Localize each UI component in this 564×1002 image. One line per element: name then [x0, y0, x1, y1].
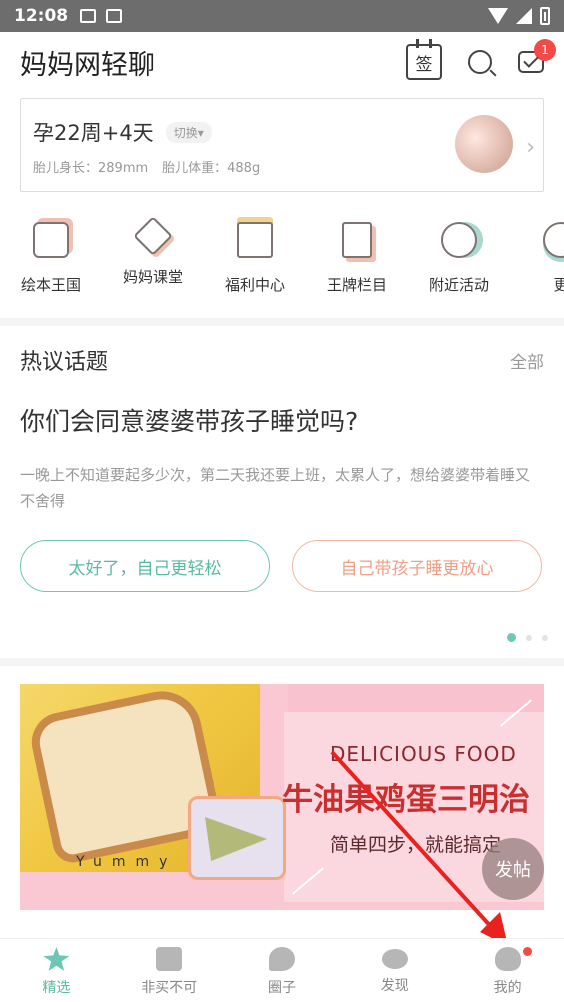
sandwich-triangle: [205, 817, 267, 861]
pregnancy-card[interactable]: 孕22周+4天 切换▾ 胎儿身长：289mm 胎儿体重：488g ›: [20, 98, 544, 192]
wifi-icon: [488, 8, 508, 24]
tab-featured[interactable]: 精选: [0, 939, 113, 1002]
document-icon: [342, 222, 372, 258]
status-bar: 12:08: [0, 0, 564, 32]
app-notification-icon: [106, 9, 123, 23]
signal-icon: [516, 8, 532, 24]
more-icon: [543, 222, 564, 258]
sandwich-inset-image: [188, 796, 286, 880]
photo-caption: Yummy: [76, 854, 178, 870]
tab-circle[interactable]: 圈子: [226, 939, 339, 1002]
quick-nav: 绘本王国 妈妈课堂 福利中心 王牌栏目 附近活动 更: [0, 210, 564, 310]
photo-notification-icon: [80, 9, 97, 23]
carousel-dot: [526, 634, 532, 641]
section-title: 热议话题: [20, 350, 109, 375]
user-icon: [494, 947, 521, 971]
tab-label: 我的: [493, 980, 522, 996]
pregnancy-belly-image: [455, 115, 513, 173]
shopping-bag-icon: [156, 947, 183, 971]
nav-label: 福利中心: [224, 276, 285, 294]
carousel-dot: [542, 634, 548, 641]
chevron-right-icon: ›: [526, 135, 535, 160]
topic-question[interactable]: 你们会同意婆婆带孩子睡觉吗?: [20, 402, 544, 438]
food-banner[interactable]: Yummy DELICIOUS FOOD 牛油果鸡蛋三明治 简单四步，就能搞定: [20, 684, 544, 910]
nav-more[interactable]: 更: [510, 210, 564, 310]
nav-welfare-center[interactable]: 福利中心: [204, 210, 306, 310]
picture-book-icon: [33, 222, 69, 258]
nav-label: 王牌栏目: [326, 276, 387, 294]
nav-label: 更: [553, 276, 564, 294]
app-header: 妈妈网轻聊 签 1: [0, 32, 564, 92]
nav-mom-classroom[interactable]: 妈妈课堂: [102, 210, 204, 310]
tab-must-buy[interactable]: 非买不可: [113, 939, 226, 1002]
view-all-link[interactable]: 全部: [510, 348, 544, 373]
section-divider: [0, 658, 564, 666]
hot-topics-section: 热议话题 全部 你们会同意婆婆带孩子睡觉吗? 一晚上不知道要起多少次，第二天我还…: [0, 326, 564, 658]
carousel-dot-active: [507, 633, 516, 642]
nav-label: 妈妈课堂: [122, 268, 183, 286]
gift-icon: [237, 222, 273, 258]
message-icon[interactable]: 1: [518, 39, 556, 73]
fetal-weight: 胎儿体重：488g: [162, 161, 261, 176]
banner-subtitle: 简单四步，就能搞定: [330, 834, 502, 856]
tab-label: 发现: [380, 978, 409, 994]
banner-title: 牛油果鸡蛋三明治: [282, 782, 530, 818]
classroom-icon: [133, 216, 173, 256]
vote-option-b-button[interactable]: 自己带孩子睡更放心: [292, 540, 542, 592]
topic-description: 一晚上不知道要起多少次，第二天我还要上班，太累人了，想给婆婆带着睡又不舍得: [20, 466, 531, 510]
tab-label: 圈子: [267, 980, 296, 996]
tab-label: 非买不可: [141, 980, 198, 996]
vote-option-a-button[interactable]: 太好了，自己更轻松: [20, 540, 270, 592]
balloon-icon: [441, 222, 477, 258]
message-badge: 1: [534, 39, 556, 61]
fetal-length: 胎儿身长：289mm: [33, 161, 149, 176]
tab-label: 精选: [42, 980, 71, 996]
battery-icon: [540, 7, 550, 25]
notification-dot: [523, 947, 533, 956]
eye-icon: [381, 949, 408, 969]
nav-picture-book[interactable]: 绘本王国: [0, 210, 102, 310]
status-time: 12:08: [14, 6, 69, 26]
nav-label: 绘本王国: [20, 276, 81, 294]
post-button[interactable]: 发帖: [482, 838, 544, 900]
switch-button[interactable]: 切换▾: [165, 121, 212, 143]
switch-label: 切换: [173, 125, 198, 140]
banner-english-title: DELICIOUS FOOD: [330, 742, 517, 766]
star-icon: [43, 947, 70, 971]
pregnancy-week: 孕22周+4天: [33, 121, 154, 145]
nav-ace-column[interactable]: 王牌栏目: [306, 210, 408, 310]
section-divider: [0, 318, 564, 326]
bottom-tab-bar: 精选 非买不可 圈子 发现 我的: [0, 938, 564, 1002]
nav-label: 附近活动: [428, 276, 489, 294]
checkin-label: 签: [415, 54, 433, 75]
tab-mine[interactable]: 我的: [451, 939, 564, 1002]
app-title: 妈妈网轻聊: [20, 49, 155, 81]
carousel-indicator: [507, 633, 548, 642]
checkin-calendar-icon[interactable]: 签: [406, 39, 442, 80]
dropdown-arrow-icon: ▾: [197, 125, 204, 140]
chat-bubble-icon: [268, 947, 295, 971]
search-icon[interactable]: [468, 50, 492, 74]
tab-discover[interactable]: 发现: [338, 939, 451, 1002]
nav-nearby-events[interactable]: 附近活动: [408, 210, 510, 310]
